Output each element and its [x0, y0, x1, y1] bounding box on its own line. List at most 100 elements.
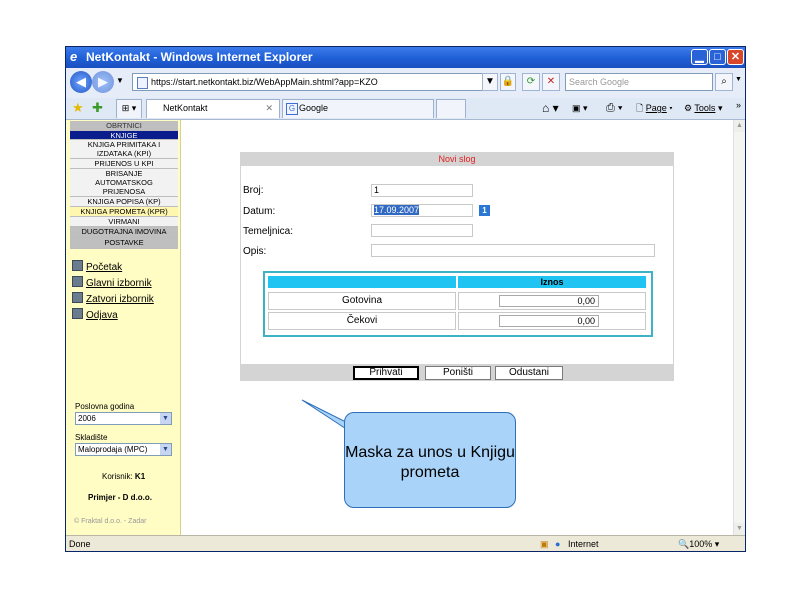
sidebar: OBRTNICI KNJIGE KNJIGA PRIMITAKA I IZDAT…	[66, 120, 181, 535]
link-pocetak[interactable]: Početak	[72, 260, 122, 273]
form-title: Novi slog	[241, 153, 673, 166]
gear-icon: ⚙	[684, 103, 693, 113]
vertical-scrollbar[interactable]: ▲ ▼	[733, 120, 745, 535]
table-row-label: Gotovina	[268, 292, 456, 310]
calendar-icon[interactable]: 1	[479, 205, 490, 216]
datum-label: Datum:	[243, 206, 276, 217]
history-dropdown-icon[interactable]: ▼	[116, 76, 124, 85]
chevron-down-icon: ▼	[160, 444, 171, 455]
lock-icon	[72, 308, 83, 319]
menu-header-obrtnici[interactable]: OBRTNICI	[70, 121, 178, 131]
opis-label: Opis:	[243, 246, 267, 257]
zone-text: Internet	[568, 539, 599, 549]
year-select[interactable]: 2006 ▼	[75, 412, 172, 425]
menu-item-kp[interactable]: KNJIGA POPISA (KP)	[70, 197, 178, 207]
broj-input[interactable]: 1	[371, 184, 473, 197]
status-bar: Done ▣ ● Internet 🔍100% ▾	[66, 535, 745, 551]
link-zatvori-izbornik[interactable]: Zatvori izbornik	[72, 292, 154, 305]
close-window-button[interactable]: ✕	[727, 49, 744, 65]
print-icon[interactable]: ⎙ ▾	[606, 101, 622, 115]
search-input[interactable]: Search Google	[565, 73, 713, 91]
amount-table: Iznos Gotovina 0,00 Čekovi 0,00	[263, 271, 653, 337]
temeljnica-label: Temeljnica:	[243, 226, 294, 237]
address-input[interactable]: https://start.netkontakt.biz/WebAppMain.…	[132, 73, 498, 91]
title-bar[interactable]: e NetKontakt - Windows Internet Explorer…	[66, 47, 745, 68]
close-menu-icon	[72, 292, 83, 303]
menu-item-postavke[interactable]: POSTAVKE	[70, 238, 178, 249]
tab-google[interactable]: G Google	[282, 99, 434, 118]
minimize-button[interactable]: ▁	[691, 49, 708, 65]
tab-bar: ★ ✚ ⊞ ▾ NetKontakt ✕ G Google ⌂ ▾ ▣ ▾ ⎙ …	[66, 98, 745, 120]
home-icon	[72, 260, 83, 271]
accept-button[interactable]: Prihvati	[353, 366, 419, 380]
entry-form: Novi slog Broj: 1 Datum: 17.09.2007 1 Te…	[240, 152, 674, 381]
menu-item-virmani[interactable]: VIRMANI	[70, 217, 178, 227]
table-header-empty	[268, 276, 456, 288]
window-title: NetKontakt - Windows Internet Explorer	[86, 50, 313, 64]
close-tab-icon[interactable]: ✕	[265, 100, 273, 117]
zoom-icon: 🔍	[678, 539, 690, 549]
menu-item-knjige[interactable]: KNJIGE	[70, 131, 178, 140]
cekovi-amount-input[interactable]: 0,00	[499, 315, 599, 327]
address-dropdown-icon[interactable]: ▼	[482, 73, 498, 91]
form-button-bar: Prihvati Poništi Odustani	[241, 364, 673, 380]
tab-label: Google	[299, 103, 329, 113]
gotovina-amount-input[interactable]: 0,00	[499, 295, 599, 307]
new-tab-button[interactable]	[436, 99, 466, 118]
footer-copyright: © Fraktal d.o.o. - Zadar	[74, 518, 147, 525]
datum-input[interactable]: 17.09.2007	[371, 204, 473, 217]
scroll-down-icon[interactable]: ▼	[734, 523, 745, 535]
feeds-icon[interactable]: ▣ ▾	[572, 101, 588, 115]
ie-logo-icon: e	[70, 49, 78, 64]
address-bar: ◀ ▶ ▼ https://start.netkontakt.biz/WebAp…	[66, 68, 745, 98]
company-name: Primjer - D d.o.o.	[88, 493, 153, 502]
favorites-star-icon[interactable]: ★	[72, 100, 84, 116]
back-button[interactable]: ◀	[70, 71, 92, 93]
page-menu[interactable]: 🗋 Page ▾	[636, 101, 673, 115]
warehouse-label: Skladište	[75, 433, 108, 442]
chevron-more-icon[interactable]: »	[736, 98, 741, 112]
menu-item-brisanje[interactable]: BRISANJE AUTOMATSKOG PRIJENOSA	[70, 169, 178, 197]
cancel-button[interactable]: Odustani	[495, 366, 563, 380]
menu-item-prijenos-kpi[interactable]: PRIJENOS U KPI	[70, 159, 178, 169]
protected-mode-icon: ▣	[540, 539, 549, 549]
user-label: Korisnik: K1	[102, 472, 146, 481]
maximize-button[interactable]: □	[709, 49, 726, 65]
link-odjava[interactable]: Odjava	[72, 308, 118, 321]
menu-item-kpi[interactable]: KNJIGA PRIMITAKA I IZDATAKA (KPI)	[70, 140, 178, 159]
menu-item-dugotrajna[interactable]: DUGOTRAJNA IMOVINA	[70, 227, 178, 238]
tab-label: NetKontakt	[163, 103, 208, 113]
menu-item-kpr[interactable]: KNJIGA PROMETA (KPR)	[70, 207, 178, 217]
forward-button[interactable]: ▶	[92, 71, 114, 93]
broj-label: Broj:	[243, 185, 264, 196]
year-label: Poslovna godina	[75, 402, 135, 411]
globe-icon: ●	[555, 539, 561, 549]
refresh-icon[interactable]: ⟳	[522, 73, 540, 91]
callout-box: Maska za unos u Knjigu prometa	[344, 412, 516, 508]
opis-input[interactable]	[371, 244, 655, 257]
temeljnica-input[interactable]	[371, 224, 473, 237]
tab-netkontakt[interactable]: NetKontakt ✕	[146, 99, 280, 118]
tools-menu[interactable]: ⚙ Tools ▾	[684, 101, 722, 115]
google-icon: G	[286, 103, 298, 115]
chevron-down-icon: ▼	[160, 413, 171, 424]
add-favorites-icon[interactable]: ✚	[92, 100, 103, 116]
lock-icon[interactable]: 🔒	[500, 73, 516, 91]
scroll-up-icon[interactable]: ▲	[734, 120, 745, 132]
search-options-icon[interactable]: ▼	[735, 76, 742, 83]
page-icon	[137, 76, 148, 89]
menu-icon	[72, 276, 83, 287]
address-text: https://start.netkontakt.biz/WebAppMain.…	[151, 77, 378, 87]
warehouse-select[interactable]: Maloprodaja (MPC) ▼	[75, 443, 172, 456]
stop-icon[interactable]: ✕	[542, 73, 560, 91]
link-glavni-izbornik[interactable]: Glavni izbornik	[72, 276, 152, 289]
page-icon: 🗋	[636, 103, 644, 113]
reset-button[interactable]: Poništi	[425, 366, 491, 380]
table-row-label: Čekovi	[268, 312, 456, 330]
zoom-control[interactable]: 🔍100% ▾	[678, 536, 719, 551]
status-text: Done	[69, 539, 91, 549]
quick-tabs-icon[interactable]: ⊞ ▾	[116, 99, 142, 118]
home-icon[interactable]: ⌂ ▾	[542, 101, 559, 115]
table-header-iznos: Iznos	[458, 276, 646, 288]
search-icon[interactable]: ⌕	[715, 73, 733, 91]
